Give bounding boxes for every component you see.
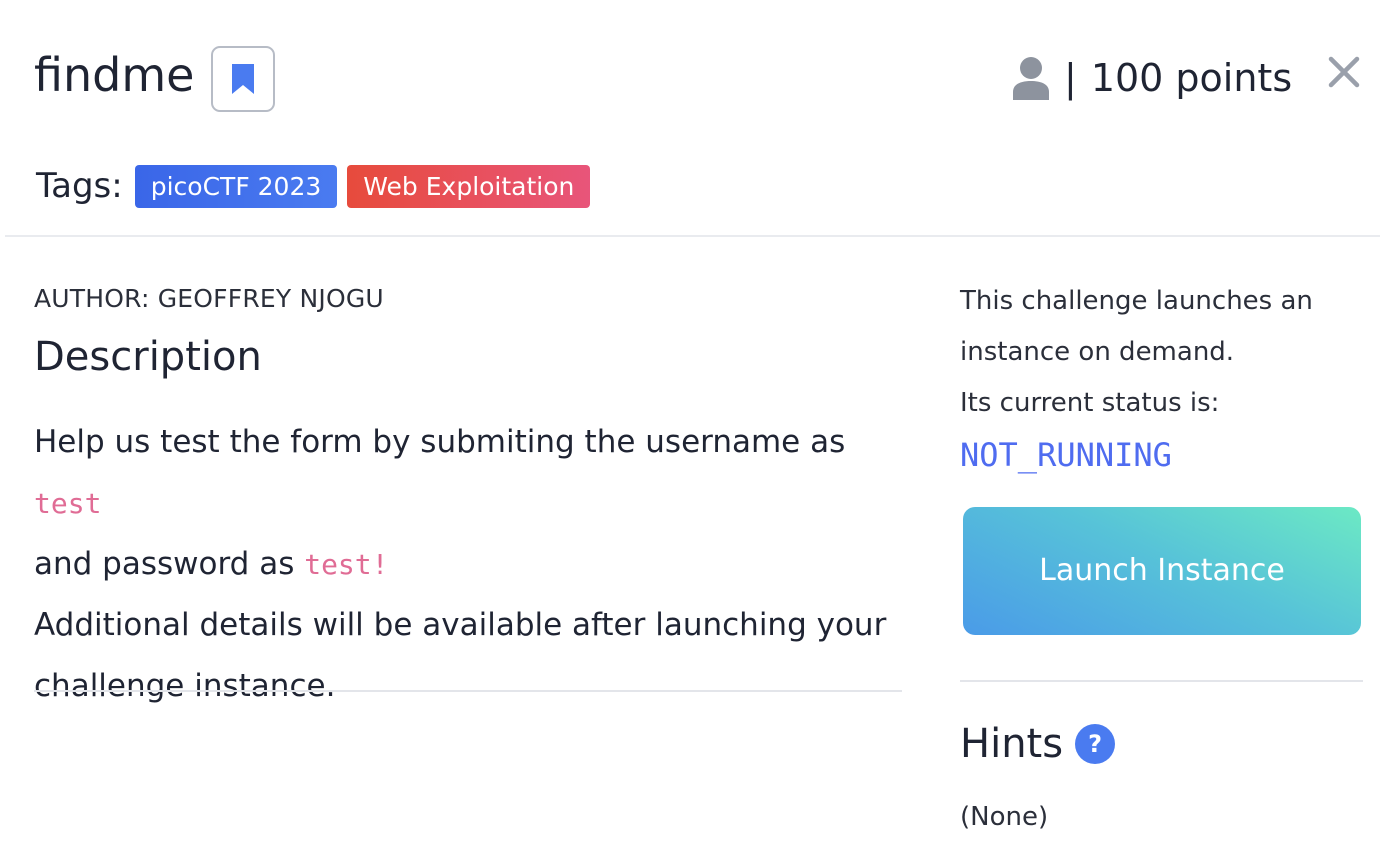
points-label: 100 points (1090, 56, 1293, 100)
launch-instance-button[interactable]: Launch Instance (963, 507, 1361, 635)
author-line: AUTHOR: GEOFFREY NJOGU (34, 284, 384, 313)
bookmark-button[interactable] (211, 46, 275, 112)
bookmark-icon (232, 64, 254, 94)
password-code: test! (304, 548, 389, 581)
hints-divider (960, 680, 1363, 682)
tags-label: Tags: (36, 166, 123, 206)
tags-row: Tags: picoCTF 2023 Web Exploitation (36, 162, 600, 210)
username-code: test (34, 487, 102, 520)
points-display: | 100 points (1012, 50, 1292, 106)
hints-none: (None) (960, 802, 1049, 832)
tag-picoctf-2023[interactable]: picoCTF 2023 (134, 164, 338, 208)
points-separator: | (1064, 56, 1077, 100)
close-icon (1328, 56, 1360, 88)
challenge-title: findme (34, 48, 195, 102)
user-icon (1013, 57, 1049, 100)
close-button[interactable] (1322, 50, 1366, 94)
hints-header: Hints ? (960, 716, 1116, 772)
instance-info: This challenge launches an instance on d… (960, 276, 1370, 429)
header-divider (5, 235, 1380, 237)
description-heading: Description (34, 334, 262, 380)
description-text: Help us test the form by submiting the u… (34, 412, 904, 717)
instance-info-line1: This challenge launches an instance on d… (960, 286, 1313, 367)
tag-web-exploitation[interactable]: Web Exploitation (347, 164, 591, 208)
instance-info-line2: Its current status is: (960, 388, 1220, 418)
description-text-part1: Help us test the form by submiting the u… (34, 424, 846, 460)
hints-heading: Hints (960, 721, 1064, 767)
challenge-modal: findme | 100 points Tags: picoCTF 2023 W… (0, 0, 1380, 846)
description-text-part2: and password as (34, 546, 305, 582)
question-circle-icon[interactable]: ? (1075, 724, 1116, 764)
instance-status: NOT_RUNNING (960, 436, 1172, 474)
description-divider (34, 690, 902, 692)
